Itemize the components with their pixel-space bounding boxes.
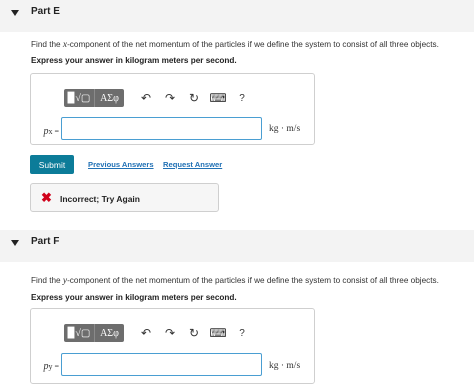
submit-button[interactable]: Submit [30, 155, 74, 174]
request-answer-link[interactable]: Request Answer [163, 160, 222, 169]
py-unit: kg · m/s [269, 361, 301, 371]
help-icon[interactable]: ? [230, 89, 254, 107]
part-f-header[interactable]: Part F [0, 230, 474, 262]
px-label: px = [43, 126, 59, 137]
py-label: py = [43, 361, 59, 372]
undo-icon[interactable]: ↶ [134, 89, 158, 107]
previous-answers-link[interactable]: Previous Answers [88, 160, 154, 169]
templates-button[interactable]: ▉√▢ [64, 324, 94, 342]
math-toolbar: ▉√▢ ΑΣφ ↶ ↷ ↻ ⌨ ? [64, 324, 254, 342]
collapse-triangle-icon[interactable] [11, 240, 19, 246]
incorrect-x-icon: ✖ [41, 190, 52, 205]
greek-symbols-button[interactable]: ΑΣφ [94, 324, 124, 342]
py-answer-input[interactable] [61, 353, 262, 376]
redo-icon[interactable]: ↷ [158, 89, 182, 107]
reset-icon[interactable]: ↻ [182, 89, 206, 107]
redo-icon[interactable]: ↷ [158, 324, 182, 342]
math-toolbar: ▉√▢ ΑΣφ ↶ ↷ ↻ ⌨ ? [64, 89, 254, 107]
px-answer-input[interactable] [61, 117, 262, 140]
help-icon[interactable]: ? [230, 324, 254, 342]
part-f-instruction: Express your answer in kilogram meters p… [31, 293, 237, 302]
part-e-question: Find the x-component of the net momentum… [31, 40, 439, 50]
part-e-instruction: Express your answer in kilogram meters p… [31, 56, 237, 65]
px-unit: kg · m/s [269, 124, 301, 134]
feedback-message: Incorrect; Try Again [60, 194, 140, 204]
part-e-answer-box: ▉√▢ ΑΣφ ↶ ↷ ↻ ⌨ ? px = kg · m/s [30, 73, 315, 145]
part-f-title: Part F [31, 236, 60, 247]
part-f-answer-box: ▉√▢ ΑΣφ ↶ ↷ ↻ ⌨ ? py = kg · m/s [30, 308, 315, 384]
keyboard-icon[interactable]: ⌨ [206, 89, 230, 107]
part-e-title: Part E [31, 6, 60, 17]
undo-icon[interactable]: ↶ [134, 324, 158, 342]
part-e-header[interactable]: Part E [0, 0, 474, 32]
templates-button[interactable]: ▉√▢ [64, 89, 94, 107]
toolbar-button-group: ▉√▢ ΑΣφ [64, 89, 124, 107]
keyboard-icon[interactable]: ⌨ [206, 324, 230, 342]
collapse-triangle-icon[interactable] [11, 10, 19, 16]
reset-icon[interactable]: ↻ [182, 324, 206, 342]
toolbar-button-group: ▉√▢ ΑΣφ [64, 324, 124, 342]
greek-symbols-button[interactable]: ΑΣφ [94, 89, 124, 107]
part-f-question: Find the y-component of the net momentum… [31, 276, 439, 286]
feedback-box: ✖ Incorrect; Try Again [30, 183, 219, 212]
